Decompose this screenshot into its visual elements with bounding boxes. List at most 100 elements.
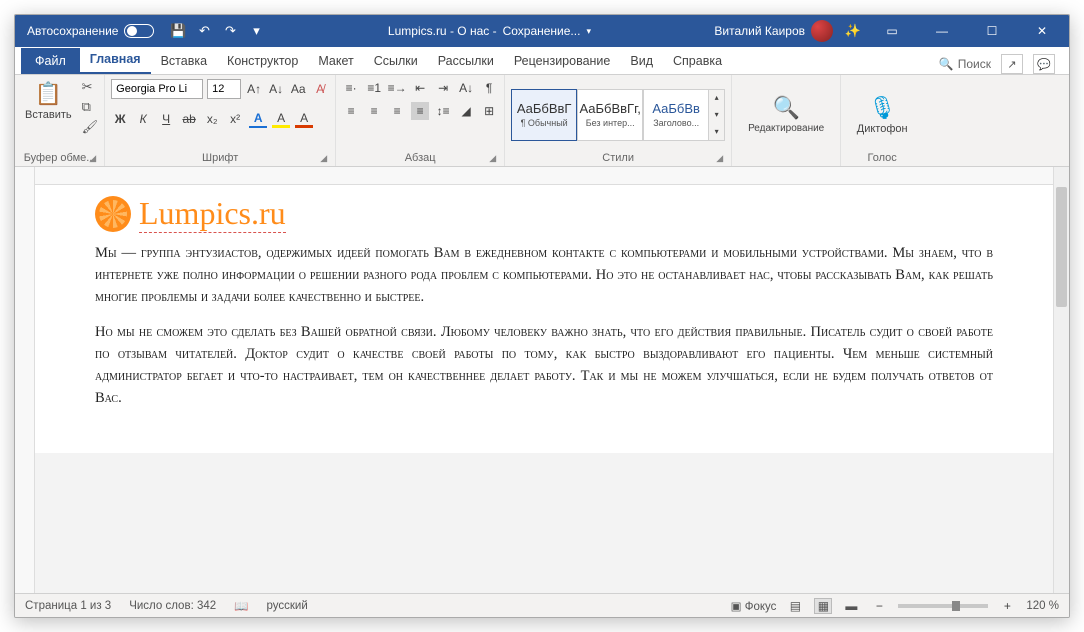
style-heading1[interactable]: АаБбВв Заголово... xyxy=(643,89,709,141)
language-indicator[interactable]: русский xyxy=(266,600,307,612)
tab-references[interactable]: Ссылки xyxy=(364,49,428,74)
find-icon: 🔍 xyxy=(772,95,799,121)
font-size-input[interactable] xyxy=(207,79,241,99)
bullets-icon[interactable]: ≡· xyxy=(342,79,360,97)
tab-insert[interactable]: Вставка xyxy=(151,49,217,74)
inc-indent-icon[interactable]: ⇥ xyxy=(434,79,452,97)
grow-font-icon[interactable]: A↑ xyxy=(245,80,263,98)
scrollbar-thumb[interactable] xyxy=(1056,187,1067,307)
search-label: Поиск xyxy=(958,57,991,71)
paragraph-2[interactable]: Но мы не сможем это сделать без Вашей об… xyxy=(95,322,993,409)
page-indicator[interactable]: Страница 1 из 3 xyxy=(25,600,111,612)
strikethrough-button[interactable]: ab xyxy=(180,110,198,128)
format-painter-icon[interactable]: 🖌 xyxy=(82,119,99,135)
paste-button[interactable]: 📋 Вставить xyxy=(21,79,76,123)
dec-indent-icon[interactable]: ⇤ xyxy=(411,79,429,97)
change-case-icon[interactable]: Aa xyxy=(289,80,307,98)
dialog-launcher-icon[interactable]: ◢ xyxy=(89,153,96,164)
editing-button[interactable]: 🔍 Редактирование xyxy=(744,93,828,136)
read-mode-icon[interactable]: ▤ xyxy=(786,598,804,614)
tab-file[interactable]: Файл xyxy=(21,48,80,74)
sort-icon[interactable]: A↓ xyxy=(457,79,475,97)
undo-icon[interactable]: ↶ xyxy=(196,23,212,39)
toggle-switch-icon[interactable] xyxy=(124,24,154,38)
style-no-spacing[interactable]: АаБбВвГг, Без интер... xyxy=(577,89,643,141)
paste-icon: 📋 xyxy=(35,81,62,107)
underline-button[interactable]: Ч xyxy=(157,110,175,128)
tab-layout[interactable]: Макет xyxy=(308,49,363,74)
tab-home[interactable]: Главная xyxy=(80,47,151,74)
microphone-icon: 🎙 xyxy=(868,95,896,121)
ribbon-tabs: Файл Главная Вставка Конструктор Макет С… xyxy=(15,47,1069,75)
align-center-icon[interactable]: ≡ xyxy=(365,102,383,120)
user-name: Виталий Каиров xyxy=(714,24,805,38)
align-left-icon[interactable]: ≡ xyxy=(342,102,360,120)
copy-icon[interactable]: ⧉ xyxy=(82,99,99,115)
show-marks-icon[interactable]: ¶ xyxy=(480,79,498,97)
align-right-icon[interactable]: ≡ xyxy=(388,102,406,120)
logo-text: Lumpics.ru xyxy=(139,195,286,233)
user-account[interactable]: Виталий Каиров xyxy=(714,20,833,42)
share-button[interactable]: ↗ xyxy=(1001,54,1023,74)
zoom-slider[interactable] xyxy=(898,604,988,608)
justify-icon[interactable]: ≡ xyxy=(411,102,429,120)
group-styles: АаБбВвГ ¶ Обычный АаБбВвГг, Без интер...… xyxy=(505,75,732,166)
shrink-font-icon[interactable]: A↓ xyxy=(267,80,285,98)
close-button[interactable]: ✕ xyxy=(1023,15,1061,47)
search-box[interactable]: 🔍 Поиск xyxy=(939,57,991,71)
clear-format-icon[interactable]: A̸ xyxy=(311,80,329,98)
tab-design[interactable]: Конструктор xyxy=(217,49,308,74)
logo-icon xyxy=(95,196,131,232)
comments-button[interactable]: 💬 xyxy=(1033,54,1055,74)
superscript-button[interactable]: x² xyxy=(226,110,244,128)
dialog-launcher-icon[interactable]: ◢ xyxy=(716,153,723,164)
highlight-button[interactable]: A xyxy=(272,110,290,128)
numbering-icon[interactable]: ≡1 xyxy=(365,79,383,97)
paragraph-group-label: Абзац xyxy=(405,152,436,164)
save-icon[interactable]: 💾 xyxy=(170,23,186,39)
title-bar: Автосохранение 💾 ↶ ↷ ▾ Lumpics.ru - О на… xyxy=(15,15,1069,47)
zoom-level[interactable]: 120 % xyxy=(1026,600,1059,612)
font-color-button[interactable]: A xyxy=(295,110,313,128)
page[interactable]: Lumpics.ru Мы — группа энтузиастов, одер… xyxy=(35,185,1053,453)
coming-soon-icon[interactable]: ✨ xyxy=(845,23,861,39)
focus-mode[interactable]: ▣ Фокус xyxy=(731,599,777,613)
vertical-ruler[interactable] xyxy=(15,167,35,593)
minimize-button[interactable]: — xyxy=(923,15,961,47)
cut-icon[interactable]: ✂ xyxy=(82,79,99,95)
tab-view[interactable]: Вид xyxy=(620,49,663,74)
ribbon-options-icon[interactable]: ▭ xyxy=(873,15,911,47)
font-name-input[interactable] xyxy=(111,79,203,99)
dictate-button[interactable]: 🎙 Диктофон xyxy=(853,93,912,137)
autosave-toggle[interactable]: Автосохранение xyxy=(27,24,154,38)
zoom-in-button[interactable]: + xyxy=(998,597,1016,615)
italic-button[interactable]: К xyxy=(134,110,152,128)
shading-icon[interactable]: ◢ xyxy=(457,102,475,120)
text-effects-button[interactable]: A xyxy=(249,110,267,128)
print-layout-icon[interactable]: ▦ xyxy=(814,598,832,614)
line-spacing-icon[interactable]: ↕≡ xyxy=(434,102,452,120)
web-layout-icon[interactable]: ▬ xyxy=(842,598,860,614)
paragraph-1[interactable]: Мы — группа энтузиастов, одержимых идеей… xyxy=(95,243,993,308)
word-count[interactable]: Число слов: 342 xyxy=(129,600,216,612)
borders-icon[interactable]: ⊞ xyxy=(480,102,498,120)
group-font: A↑ A↓ Aa A̸ Ж К Ч ab x₂ x² A A A Шрифт◢ xyxy=(105,75,336,166)
multilevel-icon[interactable]: ≡→ xyxy=(388,79,406,97)
zoom-out-button[interactable]: − xyxy=(870,597,888,615)
style-normal[interactable]: АаБбВвГ ¶ Обычный xyxy=(511,89,577,141)
maximize-button[interactable]: ☐ xyxy=(973,15,1011,47)
tab-help[interactable]: Справка xyxy=(663,49,732,74)
document-scroll[interactable]: Lumpics.ru Мы — группа энтузиастов, одер… xyxy=(35,167,1053,593)
redo-icon[interactable]: ↷ xyxy=(222,23,238,39)
bold-button[interactable]: Ж xyxy=(111,110,129,128)
horizontal-ruler[interactable] xyxy=(35,167,1053,185)
tab-mailings[interactable]: Рассылки xyxy=(428,49,504,74)
styles-more-button[interactable]: ▴▾▾ xyxy=(709,89,725,141)
tab-review[interactable]: Рецензирование xyxy=(504,49,621,74)
dialog-launcher-icon[interactable]: ◢ xyxy=(320,153,327,164)
qat-more-icon[interactable]: ▾ xyxy=(248,23,264,39)
vertical-scrollbar[interactable] xyxy=(1053,167,1069,593)
dialog-launcher-icon[interactable]: ◢ xyxy=(489,153,496,164)
subscript-button[interactable]: x₂ xyxy=(203,110,221,128)
spell-check-icon[interactable]: 📖 xyxy=(234,599,248,613)
